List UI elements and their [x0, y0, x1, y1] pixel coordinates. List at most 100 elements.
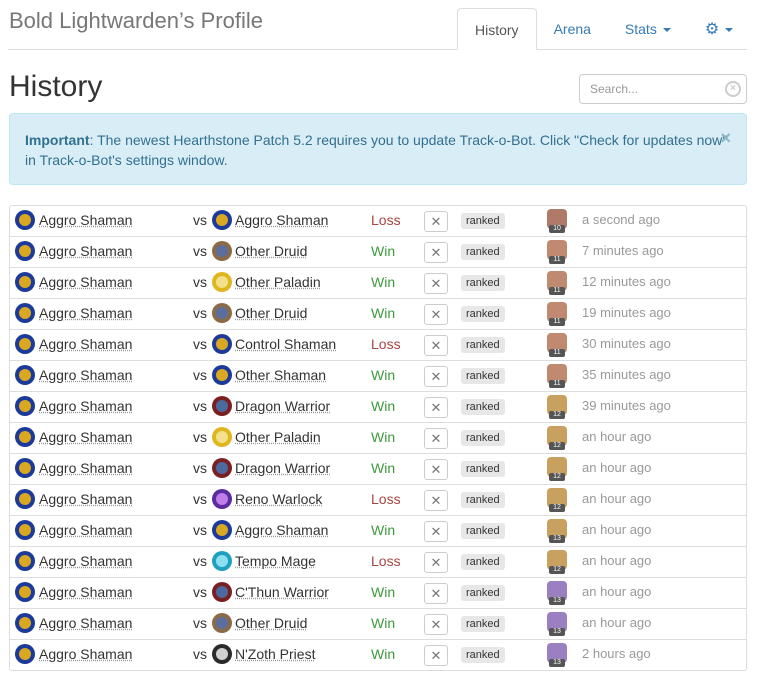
hero-deck-link[interactable]: Aggro Shaman [39, 367, 132, 383]
replay-swords-button[interactable]: ✕ [424, 583, 448, 604]
replay-swords-button[interactable]: ✕ [424, 459, 448, 480]
result-label: Loss [371, 491, 401, 507]
vs-label: vs [193, 305, 207, 321]
rank-number: 11 [549, 318, 565, 326]
opponent-deck-link[interactable]: Tempo Mage [235, 553, 316, 569]
rank-number: 10 [549, 225, 565, 233]
rank-number: 11 [549, 256, 565, 264]
replay-swords-button[interactable]: ✕ [424, 490, 448, 511]
opponent-deck-link[interactable]: Control Shaman [235, 336, 336, 352]
table-row: Aggro Shaman vs Tempo Mage Loss ✕ ranked 12 an … [10, 546, 746, 577]
settings-menu[interactable]: ⚙ [688, 8, 750, 50]
hero-deck-link[interactable]: Aggro Shaman [39, 615, 132, 631]
opponent-deck-link[interactable]: Other Paladin [235, 274, 321, 290]
opponent-deck-link[interactable]: N'Zoth Priest [235, 646, 315, 662]
mode-badge: ranked [461, 585, 505, 601]
patch-alert: Important: The newest Hearthstone Patch … [9, 113, 747, 185]
tab-history[interactable]: History [457, 8, 537, 50]
rank-icon: 12 [547, 395, 567, 419]
rank-icon: 11 [547, 271, 567, 295]
alert-close-button[interactable]: × [720, 128, 731, 148]
table-row: Aggro Shaman vs Other Paladin Win ✕ ranked 12 a… [10, 422, 746, 453]
opponent-deck-link[interactable]: Aggro Shaman [235, 212, 328, 228]
replay-swords-button[interactable]: ✕ [424, 242, 448, 263]
rank-icon: 13 [547, 581, 567, 605]
shaman-class-icon [212, 365, 232, 385]
hero-deck-link[interactable]: Aggro Shaman [39, 584, 132, 600]
vs-label: vs [193, 367, 207, 383]
replay-swords-button[interactable]: ✕ [424, 273, 448, 294]
result-label: Win [371, 646, 396, 662]
opponent-deck-link[interactable]: Other Druid [235, 243, 307, 259]
hero-deck-link[interactable]: Aggro Shaman [39, 646, 132, 662]
rank-icon: 13 [547, 519, 567, 543]
vs-label: vs [193, 615, 207, 631]
result-label: Win [371, 615, 396, 631]
timestamp: 7 minutes ago [582, 243, 664, 258]
result-label: Win [371, 460, 396, 476]
hero-deck-link[interactable]: Aggro Shaman [39, 212, 132, 228]
tab-arena[interactable]: Arena [537, 8, 608, 50]
mode-badge: ranked [461, 616, 505, 632]
hero-deck-link[interactable]: Aggro Shaman [39, 429, 132, 445]
vs-label: vs [193, 429, 207, 445]
nav-tabs: History Arena Stats ⚙ [457, 8, 750, 50]
timestamp: an hour ago [582, 491, 652, 506]
opponent-deck-link[interactable]: Reno Warlock [235, 491, 322, 507]
mode-badge: ranked [461, 461, 505, 477]
shaman-class-icon [15, 489, 35, 509]
opponent-deck-link[interactable]: Other Paladin [235, 429, 321, 445]
opponent-deck-link[interactable]: C'Thun Warrior [235, 584, 329, 600]
shaman-class-icon [15, 334, 35, 354]
opponent-deck-link[interactable]: Dragon Warrior [235, 460, 330, 476]
druid-class-icon [212, 303, 232, 323]
shaman-class-icon [212, 210, 232, 230]
replay-swords-button[interactable]: ✕ [424, 397, 448, 418]
timestamp: an hour ago [582, 553, 652, 568]
shaman-class-icon [15, 427, 35, 447]
table-row: Aggro Shaman vs Dragon Warrior Win ✕ ranked 12… [10, 391, 746, 422]
replay-swords-button[interactable]: ✕ [424, 552, 448, 573]
opponent-deck-link[interactable]: Other Shaman [235, 367, 326, 383]
page-title: History [9, 70, 103, 103]
mode-badge: ranked [461, 554, 505, 570]
opponent-deck-link[interactable]: Aggro Shaman [235, 522, 328, 538]
replay-swords-button[interactable]: ✕ [424, 366, 448, 387]
rank-icon: 13 [547, 612, 567, 636]
hero-deck-link[interactable]: Aggro Shaman [39, 274, 132, 290]
result-label: Win [371, 584, 396, 600]
search-input[interactable] [580, 75, 720, 103]
vs-label: vs [193, 243, 207, 259]
replay-swords-button[interactable]: ✕ [424, 521, 448, 542]
hero-deck-link[interactable]: Aggro Shaman [39, 491, 132, 507]
rank-number: 12 [549, 442, 565, 450]
shaman-class-icon [15, 365, 35, 385]
rank-icon: 12 [547, 488, 567, 512]
opponent-deck-link[interactable]: Other Druid [235, 305, 307, 321]
rank-icon: 12 [547, 550, 567, 574]
hero-deck-link[interactable]: Aggro Shaman [39, 522, 132, 538]
replay-swords-button[interactable]: ✕ [424, 335, 448, 356]
druid-class-icon [212, 241, 232, 261]
opponent-deck-link[interactable]: Dragon Warrior [235, 398, 330, 414]
replay-swords-button[interactable]: ✕ [424, 614, 448, 635]
replay-swords-button[interactable]: ✕ [424, 428, 448, 449]
hero-deck-link[interactable]: Aggro Shaman [39, 305, 132, 321]
caret-down-icon [725, 28, 734, 33]
hero-deck-link[interactable]: Aggro Shaman [39, 243, 132, 259]
table-row: Aggro Shaman vs Other Druid Win ✕ ranked 11 7 m… [10, 236, 746, 267]
clear-search-icon[interactable]: × [725, 81, 741, 97]
hero-deck-link[interactable]: Aggro Shaman [39, 460, 132, 476]
table-row: Aggro Shaman vs Aggro Shaman Loss ✕ ranked 10 a… [10, 206, 746, 236]
replay-swords-button[interactable]: ✕ [424, 304, 448, 325]
hero-deck-link[interactable]: Aggro Shaman [39, 398, 132, 414]
replay-swords-button[interactable]: ✕ [424, 211, 448, 232]
replay-swords-button[interactable]: ✕ [424, 645, 448, 666]
timestamp: 19 minutes ago [582, 305, 671, 320]
hero-deck-link[interactable]: Aggro Shaman [39, 336, 132, 352]
tab-stats[interactable]: Stats [608, 8, 688, 50]
hero-deck-link[interactable]: Aggro Shaman [39, 553, 132, 569]
rank-number: 11 [549, 349, 565, 357]
rank-number: 11 [549, 287, 565, 295]
opponent-deck-link[interactable]: Other Druid [235, 615, 307, 631]
